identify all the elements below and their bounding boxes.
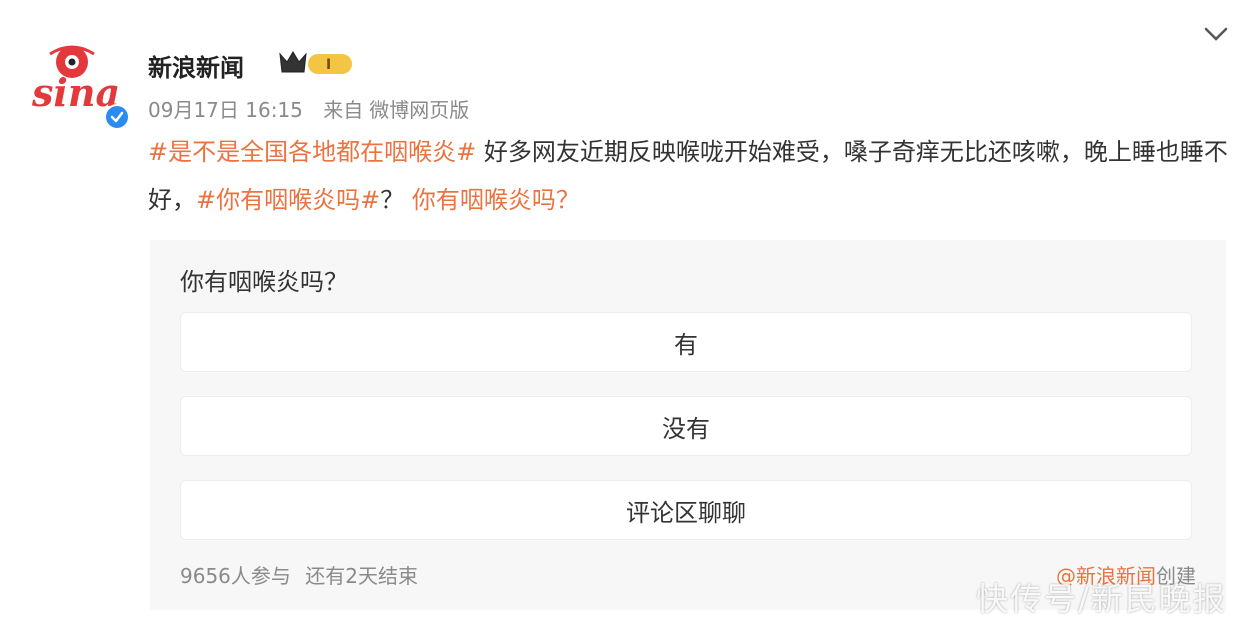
account-name[interactable]: 新浪新闻 [148,48,244,83]
post-meta: 09月17日 16:15 来自 微博网页版 [148,94,483,123]
topic-tag[interactable]: #是不是全国各地都在咽喉炎# [148,138,476,166]
post-timestamp[interactable]: 09月17日 16:15 [148,98,303,122]
post-text: #是不是全国各地都在咽喉炎# 好多网友近期反映喉咙开始难受，嗓子奇痒无比还咳嗽，… [148,128,1228,224]
poll-option-no[interactable]: 没有 [180,396,1192,456]
poll-option-yes[interactable]: 有 [180,312,1192,372]
poll-remaining: 还有2天结束 [305,564,418,588]
topic-tag[interactable]: #你有咽喉炎吗# [196,186,380,214]
poll-card: 你有咽喉炎吗？ 有 没有 评论区聊聊 9656人参与 还有2天结束 @新浪新闻创… [150,240,1226,610]
poll-footer: 9656人参与 还有2天结束 [180,560,426,589]
crown-badge-icon[interactable]: I [278,48,354,82]
poll-question: 你有咽喉炎吗？ [180,268,348,296]
post-body-punct: ？ [380,186,412,214]
chevron-down-icon[interactable] [1202,20,1230,52]
verified-icon [104,104,130,130]
poll-link[interactable]: 你有咽喉炎吗？ [412,186,580,214]
poll-option-comment[interactable]: 评论区聊聊 [180,480,1192,540]
poll-participants: 9656人参与 [180,564,291,588]
level-badge: I [326,57,331,73]
watermark: 快传号/新民晚报 [976,580,1227,618]
post-source[interactable]: 微博网页版 [369,98,469,122]
source-prefix: 来自 [323,98,364,122]
